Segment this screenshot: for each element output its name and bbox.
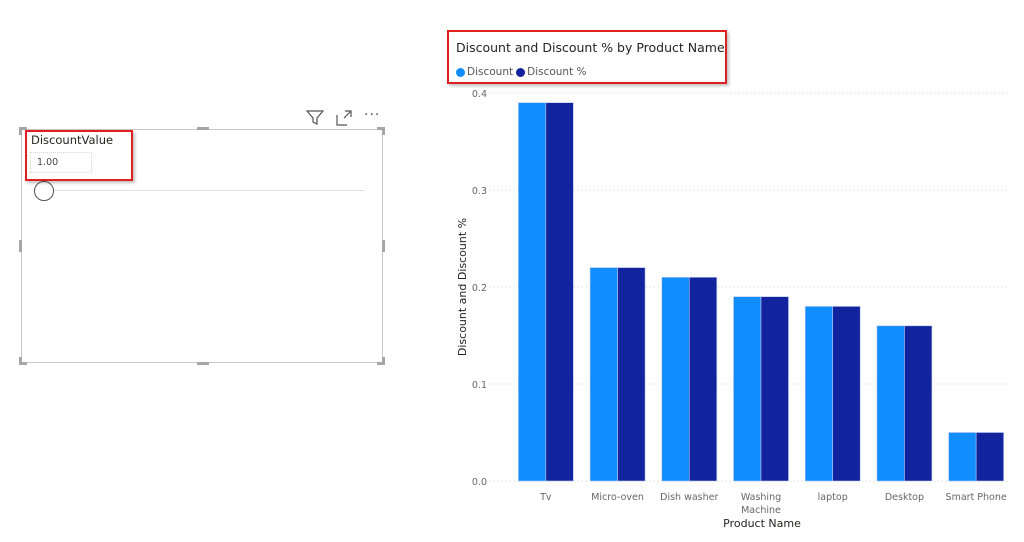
bar-discount-smart-phone <box>975 432 1004 482</box>
resize-handle[interactable] <box>19 240 22 252</box>
resize-handle[interactable] <box>197 127 209 130</box>
resize-handle[interactable] <box>382 127 385 135</box>
x-tick-label: Machine <box>741 505 781 516</box>
resize-handle[interactable] <box>19 357 22 365</box>
y-tick-label: 0.2 <box>472 283 487 294</box>
resize-handle[interactable] <box>382 357 385 365</box>
bar-discount-desktop <box>876 325 905 482</box>
slider-track[interactable] <box>44 190 365 191</box>
resize-handle[interactable] <box>382 240 385 252</box>
bar-discount-desktop <box>904 325 933 482</box>
bar-discount-dish-washer <box>661 276 690 482</box>
visual-header: ··· <box>305 108 380 130</box>
bar-discount-micro-oven <box>589 267 618 482</box>
bar-discount-smart-phone <box>948 432 977 482</box>
y-tick-label: 0.0 <box>472 477 487 488</box>
bar-discount-micro-oven <box>617 267 646 482</box>
x-tick-label: Micro-oven <box>591 492 644 503</box>
y-tick-label: 0.3 <box>472 186 487 197</box>
resize-handle[interactable] <box>19 127 22 135</box>
y-tick-label: 0.1 <box>472 380 487 391</box>
highlight-box-chart-title <box>447 30 727 84</box>
x-tick-label: Dish washer <box>660 492 718 503</box>
x-tick-label: Desktop <box>885 492 924 503</box>
x-tick-label: laptop <box>818 492 848 503</box>
filter-icon[interactable] <box>305 110 325 130</box>
x-axis-title: Product Name <box>723 517 801 530</box>
x-tick-label: Washing <box>741 492 781 503</box>
y-axis-title: Discount and Discount % <box>456 218 469 356</box>
bar-discount-tv <box>545 102 574 482</box>
y-tick-label: 0.4 <box>472 89 487 100</box>
slider-knob[interactable] <box>34 181 54 201</box>
resize-handle[interactable] <box>197 362 209 365</box>
bar-discount-washing-machine <box>733 296 762 482</box>
bar-discount-laptop <box>832 306 861 482</box>
focus-mode-icon[interactable] <box>336 110 352 130</box>
bar-discount-washing-machine <box>760 296 789 482</box>
highlight-box-slicer <box>25 130 133 181</box>
x-tick-label: Smart Phone <box>946 492 1007 503</box>
bar-discount-dish-washer <box>688 276 718 482</box>
bar-discount-laptop <box>804 306 834 482</box>
x-tick-label: Tv <box>539 492 552 503</box>
bar-discount-tv <box>518 102 547 482</box>
